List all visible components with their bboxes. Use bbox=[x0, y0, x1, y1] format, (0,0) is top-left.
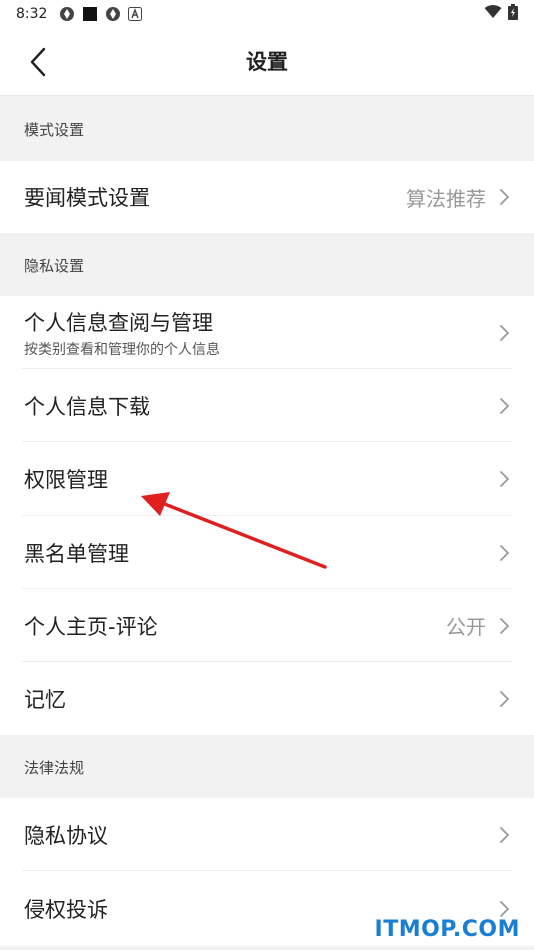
app-icon bbox=[105, 6, 121, 22]
chevron-right-icon bbox=[498, 470, 510, 488]
wifi-icon bbox=[484, 5, 502, 23]
row-text: 记忆 bbox=[24, 684, 498, 714]
status-time: 8:32 bbox=[16, 6, 48, 22]
chevron-right-icon bbox=[498, 617, 510, 635]
page-title: 设置 bbox=[246, 50, 288, 74]
chevron-right-icon bbox=[498, 188, 510, 206]
chevron-right-icon bbox=[498, 544, 510, 562]
chevron-right-icon bbox=[498, 826, 510, 844]
square-icon bbox=[82, 6, 98, 22]
row-value: 公开 bbox=[446, 615, 486, 639]
section-header-mode: 模式设置 bbox=[0, 97, 534, 161]
row-personal-info-download[interactable]: 个人信息下载 bbox=[0, 369, 534, 442]
a-icon bbox=[128, 7, 143, 21]
row-label: 权限管理 bbox=[24, 468, 108, 492]
chevron-right-icon bbox=[498, 397, 510, 415]
section-header-legal: 法律法规 bbox=[0, 736, 534, 798]
app-icon bbox=[59, 6, 75, 22]
row-text: 要闻模式设置 bbox=[24, 182, 406, 212]
row-permission-manage[interactable]: 权限管理 bbox=[0, 442, 534, 516]
status-bar: 8:32 bbox=[0, 0, 534, 28]
row-text: 个人主页-评论 bbox=[24, 611, 446, 641]
status-right bbox=[484, 4, 518, 24]
battery-icon bbox=[508, 4, 518, 24]
chevron-left-icon bbox=[30, 47, 46, 77]
back-button[interactable] bbox=[14, 40, 62, 84]
row-label: 记忆 bbox=[24, 687, 66, 712]
chevron-right-icon bbox=[498, 900, 510, 918]
section-header-privacy: 隐私设置 bbox=[0, 234, 534, 296]
row-memory[interactable]: 记忆 bbox=[0, 662, 534, 735]
row-label: 要闻模式设置 bbox=[24, 186, 150, 210]
chevron-right-icon bbox=[498, 690, 510, 708]
row-homepage-comments[interactable]: 个人主页-评论 公开 bbox=[0, 589, 534, 662]
row-label: 个人信息下载 bbox=[24, 394, 150, 419]
row-text: 隐私协议 bbox=[24, 820, 498, 850]
row-blacklist-manage[interactable]: 黑名单管理 bbox=[0, 516, 534, 589]
watermark: ITMOP.COM bbox=[372, 917, 522, 942]
row-label: 黑名单管理 bbox=[24, 541, 129, 566]
row-privacy-agreement[interactable]: 隐私协议 bbox=[0, 798, 534, 871]
row-label: 个人主页-评论 bbox=[24, 614, 158, 639]
row-text: 个人信息下载 bbox=[24, 391, 498, 421]
row-subtitle: 按类别查看和管理你的个人信息 bbox=[24, 341, 220, 358]
row-text: 个人信息查阅与管理 按类别查看和管理你的个人信息 bbox=[24, 307, 498, 359]
top-bar: 设置 bbox=[0, 28, 534, 96]
chevron-right-icon bbox=[498, 324, 510, 342]
row-personal-info-manage[interactable]: 个人信息查阅与管理 按类别查看和管理你的个人信息 bbox=[0, 296, 534, 369]
row-news-mode[interactable]: 要闻模式设置 算法推荐 bbox=[0, 161, 534, 233]
row-label: 个人信息查阅与管理 bbox=[24, 310, 213, 335]
row-text: 权限管理 bbox=[24, 464, 498, 494]
row-text: 黑名单管理 bbox=[24, 538, 498, 568]
row-label: 隐私协议 bbox=[24, 823, 108, 848]
row-value: 算法推荐 bbox=[406, 186, 486, 211]
